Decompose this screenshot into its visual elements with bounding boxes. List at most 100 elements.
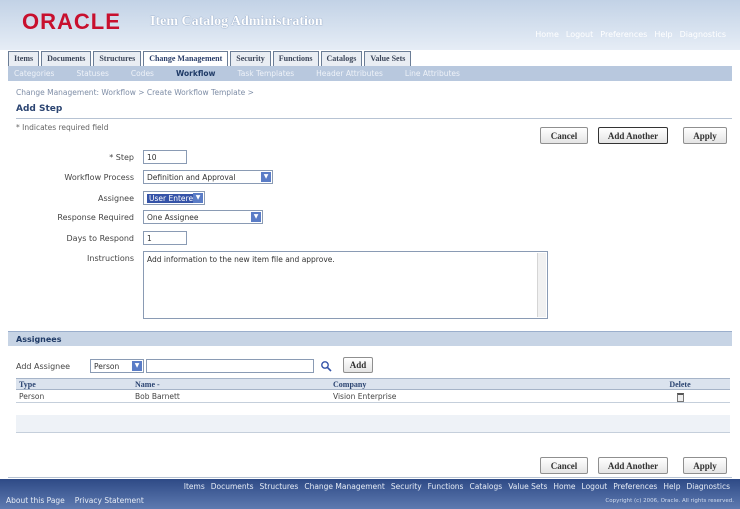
tab-catalogs[interactable]: Catalogs	[320, 51, 363, 66]
footer-secondary-links: About this Page Privacy Statement	[6, 496, 144, 505]
workflow-process-value: Definition and Approval	[147, 173, 236, 182]
home-link[interactable]: Home	[535, 30, 559, 39]
row-type: Person	[19, 392, 45, 401]
footer-link-functions[interactable]: Functions	[428, 482, 464, 491]
footer-link-preferences[interactable]: Preferences	[613, 482, 657, 491]
assignees-section-title: Assignees	[16, 335, 62, 344]
footer-link-diagnostics[interactable]: Diagnostics	[686, 482, 730, 491]
footer-link-value-sets[interactable]: Value Sets	[508, 482, 547, 491]
subtab-statuses[interactable]: Statuses	[76, 69, 108, 78]
preferences-link[interactable]: Preferences	[600, 30, 647, 39]
assignees-section-header: Assignees	[8, 331, 732, 346]
add-assignee-button[interactable]: Add	[343, 357, 373, 373]
response-required-label: Response Required	[57, 213, 134, 222]
oracle-logo: ORACLE	[22, 9, 121, 34]
column-header-name[interactable]: Name -	[132, 379, 330, 389]
primary-tabs: Items Documents Structures Change Manage…	[8, 51, 412, 66]
subtab-task-templates[interactable]: Task Templates	[237, 69, 294, 78]
footer-links: Items Documents Structures Change Manage…	[184, 482, 730, 491]
subtab-categories[interactable]: Categories	[14, 69, 54, 78]
footer-link-structures[interactable]: Structures	[260, 482, 299, 491]
about-page-link[interactable]: About this Page	[6, 496, 65, 505]
assignee-type-value: Person	[94, 362, 120, 371]
table-header: Type Name - Company Delete	[16, 378, 730, 390]
step-label: * Step	[109, 153, 134, 162]
assignee-select[interactable]: User Entered ▼	[143, 191, 205, 205]
chevron-down-icon: ▼	[251, 212, 261, 222]
apply-button-top[interactable]: Apply	[683, 127, 727, 144]
trash-icon[interactable]	[676, 393, 684, 402]
tab-items[interactable]: Items	[8, 51, 40, 66]
tab-structures[interactable]: Structures	[93, 51, 142, 66]
row-company: Vision Enterprise	[333, 392, 397, 401]
tab-change-management[interactable]: Change Management	[143, 51, 229, 66]
column-header-delete: Delete	[669, 380, 691, 389]
add-another-button-bottom[interactable]: Add Another	[598, 457, 668, 474]
footer-link-logout[interactable]: Logout	[582, 482, 608, 491]
workflow-process-label: Workflow Process	[64, 173, 134, 182]
add-assignee-label: Add Assignee	[16, 362, 71, 371]
tab-value-sets[interactable]: Value Sets	[364, 51, 412, 66]
response-required-select[interactable]: One Assignee ▼	[143, 210, 263, 224]
header-bar: ORACLE Item Catalog Administration Home …	[0, 0, 740, 50]
days-to-respond-input[interactable]: 1	[143, 231, 187, 245]
tab-documents[interactable]: Documents	[41, 51, 92, 66]
logout-link[interactable]: Logout	[566, 30, 593, 39]
chevron-down-icon: ▼	[193, 193, 203, 203]
instructions-text: Add information to the new item file and…	[147, 255, 335, 264]
tab-security[interactable]: Security	[230, 51, 271, 66]
days-to-respond-label: Days to Respond	[66, 234, 135, 243]
delete-cell	[630, 390, 730, 402]
chevron-down-icon: ▼	[132, 361, 142, 371]
footer-link-items[interactable]: Items	[184, 482, 205, 491]
footer-link-catalogs[interactable]: Catalogs	[469, 482, 502, 491]
sort-indicator: -	[157, 380, 160, 389]
apply-button-bottom[interactable]: Apply	[683, 457, 727, 474]
assignee-value: User Entered	[147, 194, 200, 203]
app-title: Item Catalog Administration	[150, 14, 323, 29]
table-footer	[16, 415, 730, 433]
footer-link-help[interactable]: Help	[663, 482, 680, 491]
page-title: Add Step	[16, 104, 63, 114]
title-divider	[16, 118, 732, 119]
instructions-textarea[interactable]: Add information to the new item file and…	[143, 251, 548, 319]
breadcrumb[interactable]: Change Management: Workflow > Create Wor…	[16, 88, 254, 97]
subtab-line-attributes[interactable]: Line Attributes	[405, 69, 460, 78]
instructions-label: Instructions	[87, 254, 134, 263]
footer-link-documents[interactable]: Documents	[211, 482, 254, 491]
table-row: Person Bob Barnett Vision Enterprise	[16, 390, 730, 403]
assignee-label: Assignee	[97, 194, 134, 203]
search-icon[interactable]	[320, 360, 332, 372]
cancel-button-bottom[interactable]: Cancel	[540, 457, 588, 474]
diagnostics-link[interactable]: Diagnostics	[680, 30, 726, 39]
step-input[interactable]: 10	[143, 150, 187, 164]
global-links: Home Logout Preferences Help Diagnostics	[535, 30, 726, 39]
chevron-down-icon: ▼	[261, 172, 271, 182]
subtab-codes[interactable]: Codes	[131, 69, 154, 78]
column-header-name-label: Name	[135, 380, 155, 389]
row-name: Bob Barnett	[135, 392, 180, 401]
help-link[interactable]: Help	[654, 30, 672, 39]
footer-link-security[interactable]: Security	[391, 482, 422, 491]
add-another-button-top[interactable]: Add Another	[598, 127, 668, 144]
footer-divider	[8, 477, 732, 478]
cancel-button-top[interactable]: Cancel	[540, 127, 588, 144]
footer-link-home[interactable]: Home	[553, 482, 575, 491]
privacy-statement-link[interactable]: Privacy Statement	[75, 496, 144, 505]
response-required-value: One Assignee	[147, 213, 199, 222]
assignee-type-select[interactable]: Person ▼	[90, 359, 144, 373]
textarea-scrollbar[interactable]	[537, 253, 546, 317]
footer-bar: Items Documents Structures Change Manage…	[0, 479, 740, 509]
subtab-bar: Categories Statuses Codes Workflow Task …	[8, 66, 732, 81]
workflow-process-select[interactable]: Definition and Approval ▼	[143, 170, 273, 184]
column-header-type[interactable]: Type	[16, 379, 132, 389]
assignees-table: Type Name - Company Delete Person Bob Ba…	[16, 378, 730, 403]
column-header-company[interactable]: Company	[330, 379, 630, 389]
subtab-workflow[interactable]: Workflow	[176, 69, 216, 78]
assignee-search-input[interactable]	[146, 359, 314, 373]
copyright-text: Copyright (c) 2006, Oracle. All rights r…	[605, 498, 734, 504]
required-field-note: * Indicates required field	[16, 123, 109, 132]
tab-functions[interactable]: Functions	[272, 51, 319, 66]
subtab-header-attributes[interactable]: Header Attributes	[316, 69, 383, 78]
footer-link-change-management[interactable]: Change Management	[304, 482, 385, 491]
